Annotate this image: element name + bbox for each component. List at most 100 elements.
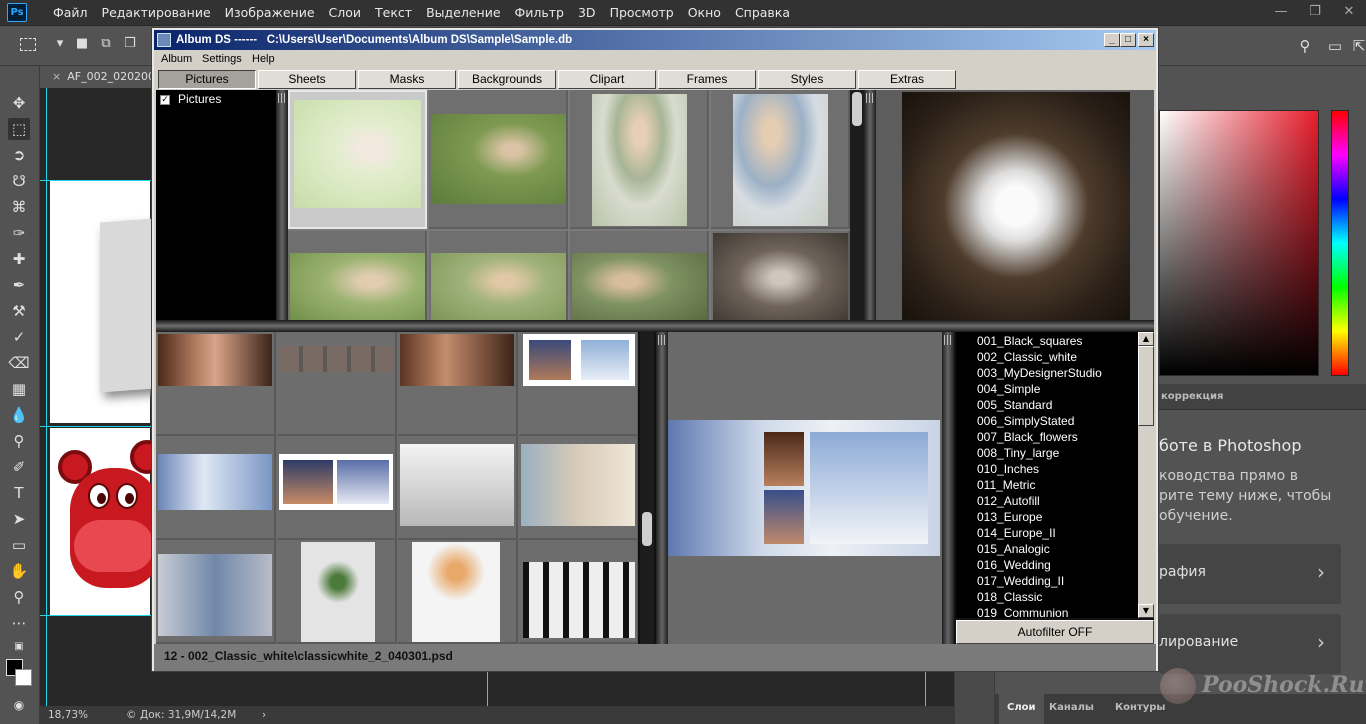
subtract-selection-icon[interactable]: ❒	[120, 34, 140, 54]
sheet-thumb[interactable]	[398, 436, 518, 540]
picture-thumb[interactable]	[429, 90, 568, 229]
tab-layers[interactable]: Слои	[999, 694, 1044, 724]
picture-thumb-selected[interactable]	[288, 90, 427, 229]
maximize-icon[interactable]: □	[1120, 33, 1136, 47]
tab-clipart[interactable]: Clipart	[558, 70, 656, 89]
learn-card[interactable]: рафия ›	[1159, 544, 1341, 604]
menu-help[interactable]: Help	[252, 50, 275, 68]
style-list-item[interactable]: 017_Wedding_II	[977, 574, 1064, 588]
picture-thumb[interactable]	[711, 90, 850, 229]
rectangle-tool-icon[interactable]: ▭	[8, 534, 30, 556]
eyedropper-tool-icon[interactable]: ✑	[8, 222, 30, 244]
close-tab-icon[interactable]: ×	[52, 70, 61, 83]
style-list-item[interactable]: 008_Tiny_large	[977, 446, 1059, 460]
menu-layer[interactable]: Слои	[322, 0, 369, 26]
scrollbar-thumb[interactable]	[1138, 346, 1154, 426]
splitter[interactable]	[942, 332, 954, 644]
chevron-right-icon[interactable]: ›	[262, 706, 266, 724]
sheet-thumb[interactable]	[519, 540, 638, 644]
style-list-item[interactable]: 013_Europe	[977, 510, 1042, 524]
clone-stamp-tool-icon[interactable]: ⚒	[8, 300, 30, 322]
learn-card[interactable]: лирование ›	[1159, 614, 1341, 674]
splitter[interactable]	[276, 90, 288, 320]
tab-channels[interactable]: Каналы	[1041, 694, 1102, 724]
minimize-icon[interactable]: _	[1104, 33, 1120, 47]
menu-3d[interactable]: 3D	[571, 0, 603, 26]
tab-paths[interactable]: Контуры	[1107, 694, 1173, 724]
sheet-thumb[interactable]	[277, 540, 397, 644]
sheet-thumb[interactable]	[398, 332, 518, 436]
menu-file[interactable]: Файл	[46, 0, 95, 26]
move-tool-icon[interactable]: ✥	[8, 92, 30, 114]
zoom-tool-icon[interactable]: ⚲	[8, 586, 30, 608]
style-list-item[interactable]: 002_Classic_white	[977, 350, 1077, 364]
marquee-tool-icon[interactable]: ⬚	[8, 118, 30, 140]
sheet-thumb[interactable]	[519, 332, 638, 436]
type-tool-icon[interactable]: T	[8, 482, 30, 504]
pictures-checkbox[interactable]: ✓	[160, 95, 170, 105]
horizontal-splitter[interactable]	[156, 320, 1154, 332]
hue-slider[interactable]	[1331, 110, 1349, 376]
autofilter-button[interactable]: Autofilter OFF	[956, 620, 1154, 644]
style-list-item[interactable]: 015_Analogic	[977, 542, 1050, 556]
style-list-item[interactable]: 006_SimplyStated	[977, 414, 1074, 428]
sheets-scrollbar[interactable]	[640, 332, 654, 644]
picture-thumb[interactable]	[711, 231, 850, 320]
blur-tool-icon[interactable]: 💧	[8, 404, 30, 426]
gradient-tool-icon[interactable]: ▦	[8, 378, 30, 400]
tab-frames[interactable]: Frames	[658, 70, 756, 89]
style-list-item[interactable]: 005_Standard	[977, 398, 1052, 412]
tab-masks[interactable]: Masks	[358, 70, 456, 89]
picture-grid-scrollbar[interactable]	[850, 90, 864, 320]
marquee-preset-icon[interactable]	[20, 38, 36, 51]
scrollbar-thumb[interactable]	[642, 512, 652, 546]
pen-tool-icon[interactable]: ✐	[8, 456, 30, 478]
quick-select-tool-icon[interactable]: ☋	[8, 170, 30, 192]
menu-view[interactable]: Просмотр	[603, 0, 681, 26]
lasso-tool-icon[interactable]: ➲	[8, 144, 30, 166]
dodge-tool-icon[interactable]: ⚲	[8, 430, 30, 452]
restore-icon[interactable]: ❐	[1298, 0, 1332, 24]
menu-window[interactable]: Окно	[681, 0, 728, 26]
sheet-thumb[interactable]	[156, 332, 276, 436]
search-icon[interactable]: ⚲	[1294, 36, 1316, 56]
sheet-thumb[interactable]	[277, 332, 397, 436]
menu-help[interactable]: Справка	[728, 0, 797, 26]
workspace-icon[interactable]: ▭	[1324, 36, 1346, 56]
album-ds-titlebar[interactable]: Album DS ------ C:\Users\User\Documents\…	[154, 30, 1156, 50]
scroll-up-icon[interactable]: ▲	[1138, 332, 1154, 346]
default-colors-icon[interactable]: ▣	[8, 636, 30, 658]
tab-extras[interactable]: Extras	[858, 70, 956, 89]
history-brush-tool-icon[interactable]: ✓	[8, 326, 30, 348]
new-selection-icon[interactable]: ■	[72, 34, 92, 54]
style-list-item[interactable]: 004_Simple	[977, 382, 1040, 396]
healing-brush-tool-icon[interactable]: ✚	[8, 248, 30, 270]
scrollbar-thumb[interactable]	[852, 92, 862, 126]
picture-thumb[interactable]	[429, 231, 568, 320]
picture-thumb[interactable]	[570, 90, 709, 229]
zoom-level[interactable]: 18,73%	[48, 706, 88, 724]
minimize-icon[interactable]: —	[1264, 0, 1298, 24]
splitter[interactable]	[864, 90, 876, 320]
color-picker-field[interactable]	[1159, 110, 1319, 376]
add-selection-icon[interactable]: ⧉	[96, 34, 116, 54]
sheet-thumb[interactable]	[277, 436, 397, 540]
chevron-down-icon[interactable]: ▾	[50, 34, 70, 54]
menu-settings[interactable]: Settings	[202, 50, 242, 68]
path-select-tool-icon[interactable]: ➤	[8, 508, 30, 530]
hand-tool-icon[interactable]: ✋	[8, 560, 30, 582]
sheet-thumb[interactable]	[398, 540, 518, 644]
style-list-item[interactable]: 018_Classic	[977, 590, 1042, 604]
menu-type[interactable]: Текст	[368, 0, 419, 26]
scroll-down-icon[interactable]: ▼	[1138, 604, 1154, 618]
style-list-item[interactable]: 007_Black_flowers	[977, 430, 1078, 444]
share-icon[interactable]: ⇱	[1348, 36, 1366, 56]
background-color-swatch[interactable]	[15, 669, 32, 686]
style-list-item[interactable]: 001_Black_squares	[977, 334, 1082, 348]
style-list-item[interactable]: 012_Autofill	[977, 494, 1040, 508]
close-icon[interactable]: ✕	[1332, 0, 1366, 24]
styles-list-scrollbar[interactable]: ▲ ▼	[1138, 332, 1154, 618]
tab-sheets[interactable]: Sheets	[258, 70, 356, 89]
menu-select[interactable]: Выделение	[419, 0, 507, 26]
sheet-thumb[interactable]	[156, 540, 276, 644]
